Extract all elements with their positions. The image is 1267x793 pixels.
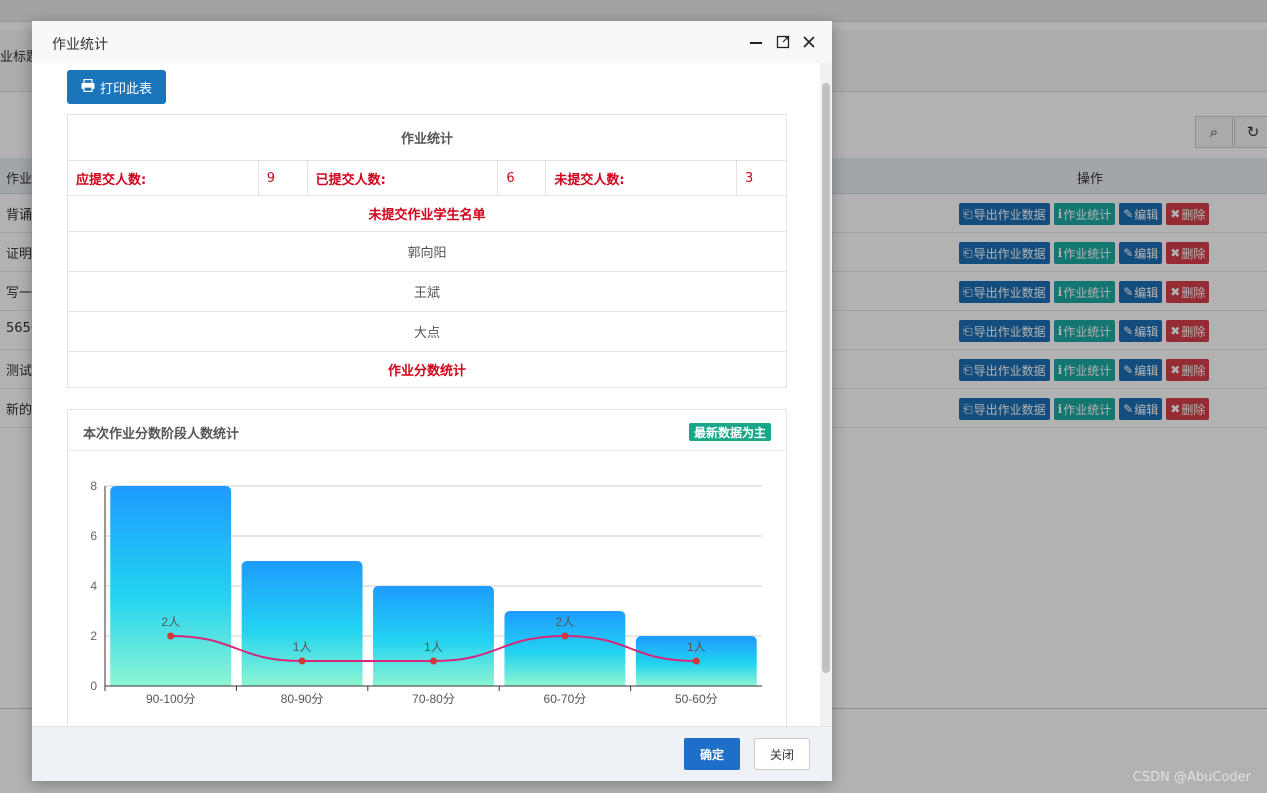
- printer-icon: [81, 78, 95, 96]
- y-tick-label: 6: [90, 529, 97, 543]
- unsubmitted-list-heading: 未提交作业学生名单: [67, 195, 787, 232]
- stats-table: 作业统计 应提交人数: 9 已提交人数: 6 未提交人数: 3 未提交作业学生名…: [67, 114, 787, 388]
- line-point: [167, 632, 175, 640]
- stats-modal: 作业统计 打印此表 作业统计 应提交人数: 9 已提交人数: 6 未提交人数: …: [32, 21, 832, 781]
- not-submitted-label: 未提交人数:: [545, 160, 738, 196]
- line-point: [692, 657, 700, 665]
- x-tick-label: 60-70分: [544, 692, 587, 706]
- score-section-heading: 作业分数统计: [67, 351, 787, 388]
- score-distribution-chart: 0 2 4 6 8 90-100分 80-90分 70-80分 60-70分 50-60分 2人 1人…: [90, 479, 762, 706]
- close-button[interactable]: 关闭: [754, 738, 810, 770]
- print-button-label: 打印此表: [99, 81, 152, 97]
- line-point: [298, 657, 306, 665]
- student-row: 王斌: [67, 271, 787, 312]
- should-submit-label: 应提交人数:: [67, 160, 259, 196]
- data-label: 2人: [556, 615, 575, 629]
- scrollbar-thumb[interactable]: [822, 83, 830, 673]
- modal-footer: 确定 关闭: [32, 726, 832, 781]
- student-row: 郭向阳: [67, 231, 787, 272]
- chart-panel-title: 本次作业分数阶段人数统计: [83, 427, 240, 442]
- not-submitted-value: 3: [736, 160, 787, 196]
- close-icon[interactable]: [800, 33, 818, 51]
- data-label: 1人: [293, 640, 312, 654]
- x-tick-label: 50-60分: [675, 692, 718, 706]
- student-row: 大点: [67, 311, 787, 352]
- should-submit-value: 9: [257, 160, 308, 196]
- ok-button[interactable]: 确定: [684, 738, 740, 770]
- x-tick-label: 80-90分: [281, 692, 324, 706]
- submitted-value: 6: [497, 160, 547, 196]
- stats-table-title: 作业统计: [67, 114, 787, 161]
- line-point: [561, 632, 569, 640]
- modal-title: 作业统计: [52, 37, 108, 53]
- maximize-icon[interactable]: [774, 33, 792, 51]
- scrollbar[interactable]: [820, 63, 832, 726]
- y-tick-label: 4: [90, 579, 97, 593]
- modal-body: 打印此表 作业统计 应提交人数: 9 已提交人数: 6 未提交人数: 3 未提交…: [32, 63, 832, 726]
- chart-panel-header: 本次作业分数阶段人数统计 最新数据为主: [68, 410, 786, 451]
- watermark: CSDN @AbuCoder: [1132, 770, 1251, 785]
- data-label: 2人: [161, 615, 180, 629]
- y-tick-label: 2: [90, 629, 97, 643]
- data-label: 1人: [687, 640, 706, 654]
- chart-panel: 本次作业分数阶段人数统计 最新数据为主 0 2 4 6 8 90-100分 80-90分 70…: [67, 409, 787, 726]
- latest-data-badge: 最新数据为主: [688, 423, 771, 441]
- bar: [373, 586, 494, 686]
- y-tick-label: 0: [90, 679, 97, 693]
- y-tick-label: 8: [90, 479, 97, 493]
- bar: [241, 561, 363, 686]
- bar: [110, 486, 232, 686]
- data-label: 1人: [424, 640, 443, 654]
- x-tick-label: 90-100分: [146, 692, 195, 706]
- line-point: [430, 657, 437, 665]
- submitted-label: 已提交人数:: [306, 160, 499, 196]
- x-tick-label: 70-80分: [412, 692, 455, 706]
- print-button[interactable]: 打印此表: [67, 70, 166, 104]
- modal-header: 作业统计: [32, 21, 832, 63]
- minimize-icon[interactable]: [747, 33, 765, 51]
